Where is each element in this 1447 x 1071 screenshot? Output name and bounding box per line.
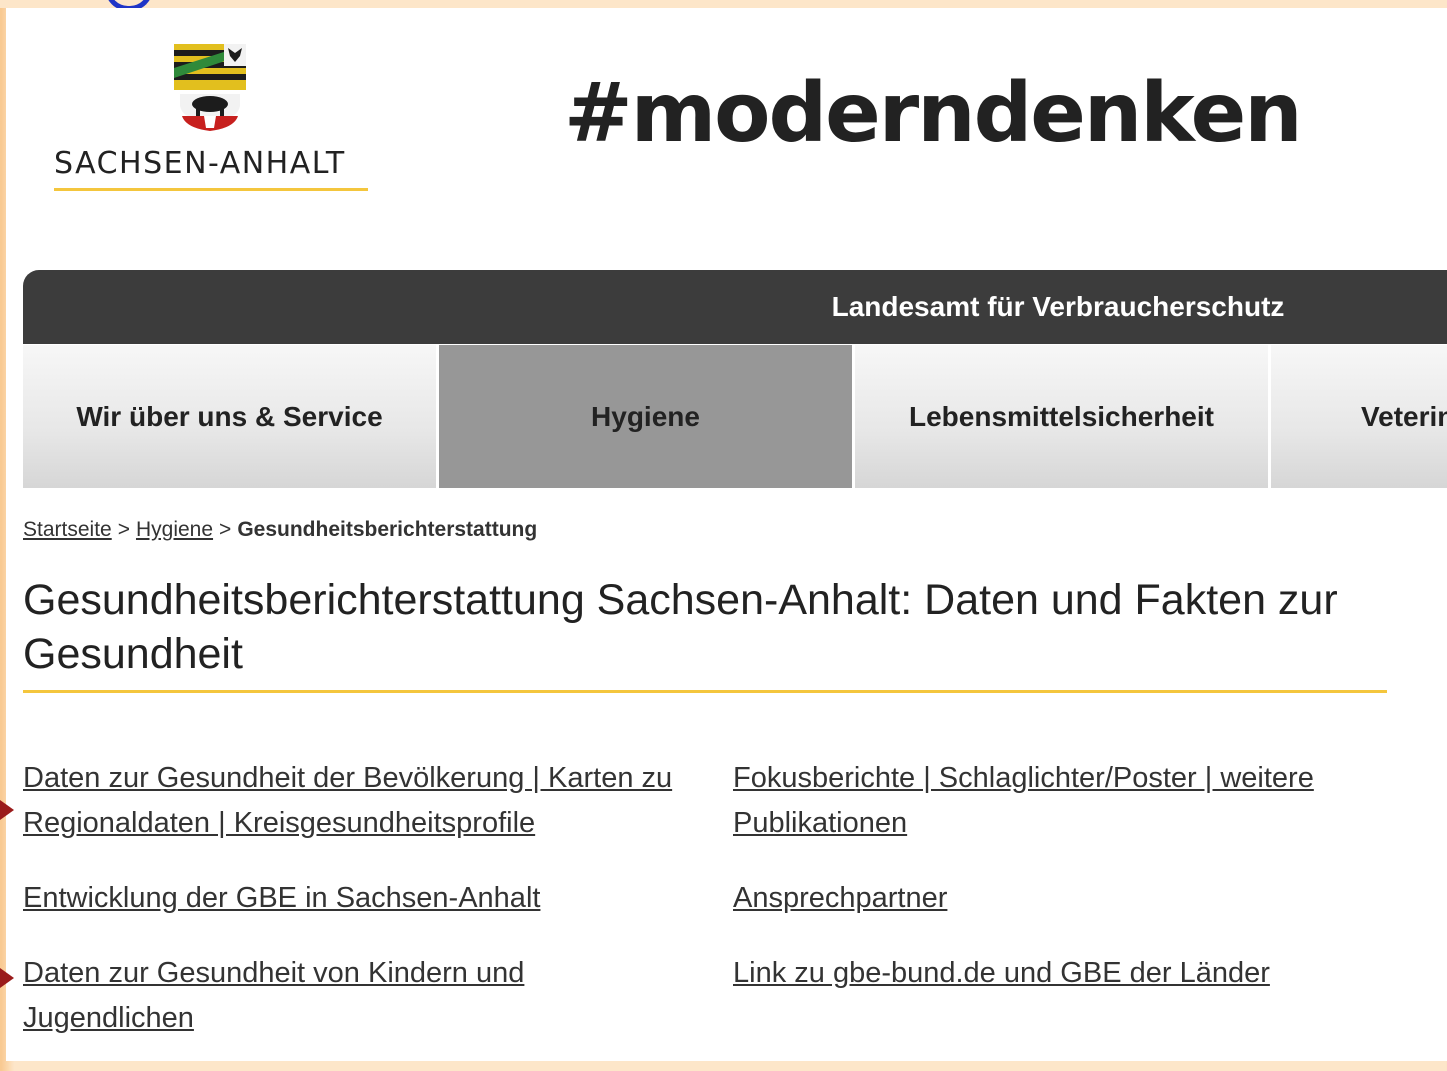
page-frame-top [0, 0, 1447, 8]
breadcrumb-separator: > [117, 518, 130, 541]
link-daten-bevoelkerung[interactable]: Daten zur Gesundheit der Bevölkerung | K… [23, 756, 703, 846]
link-list-right: Fokusberichte | Schlaglichter/Poster | w… [733, 756, 1413, 1026]
link-gbe-bund[interactable]: Link zu gbe-bund.de und GBE der Länder [733, 951, 1413, 996]
agency-bar: Landesamt für Verbraucherschutz [23, 270, 1447, 344]
web-page: SACHSEN-ANHALT #moderndenken Landesamt f… [6, 8, 1447, 1061]
nav-item-hygiene[interactable]: Hygiene [439, 345, 852, 488]
breadcrumb-link-hygiene[interactable]: Hygiene [136, 518, 213, 541]
logo-underline [54, 188, 368, 191]
link-entwicklung-gbe[interactable]: Entwicklung der GBE in Sachsen-Anhalt [23, 876, 703, 921]
annotation-arrow-icon [0, 968, 14, 988]
link-fokusberichte[interactable]: Fokusberichte | Schlaglichter/Poster | w… [733, 756, 1413, 846]
breadcrumb-link-startseite[interactable]: Startseite [23, 518, 112, 541]
link-list-left: Daten zur Gesundheit der Bevölkerung | K… [23, 756, 703, 1071]
agency-title[interactable]: Landesamt für Verbraucherschutz [23, 270, 1447, 344]
title-divider [23, 690, 1387, 693]
link-ansprechpartner[interactable]: Ansprechpartner [733, 876, 1413, 921]
annotation-arrow-icon [0, 800, 14, 820]
breadcrumb: Startseite > Hygiene > Gesundheitsberichters… [23, 518, 537, 542]
breadcrumb-current: Gesundheitsberichterstattung [237, 518, 538, 541]
breadcrumb-separator: > [219, 518, 232, 541]
sachsen-anhalt-logo[interactable]: SACHSEN-ANHALT [54, 44, 370, 198]
coat-of-arms-icon [174, 44, 246, 132]
link-daten-kinder-jugendliche[interactable]: Daten zur Gesundheit von Kindern und Jug… [23, 951, 703, 1041]
nav-item-veterinaer[interactable]: Veterin [1271, 345, 1447, 488]
nav-item-lebensmittelsicherheit[interactable]: Lebensmittelsicherheit [855, 345, 1268, 488]
nav-item-wir-ueber-uns[interactable]: Wir über uns & Service [23, 345, 436, 488]
hashtag-slogan: #moderndenken [564, 66, 1303, 161]
logo-wordmark: SACHSEN-ANHALT [54, 146, 346, 181]
page-title: Gesundheitsberichterstattung Sachsen-Anh… [23, 576, 1338, 678]
main-navigation: Wir über uns & Service Hygiene Lebensmit… [23, 345, 1447, 488]
